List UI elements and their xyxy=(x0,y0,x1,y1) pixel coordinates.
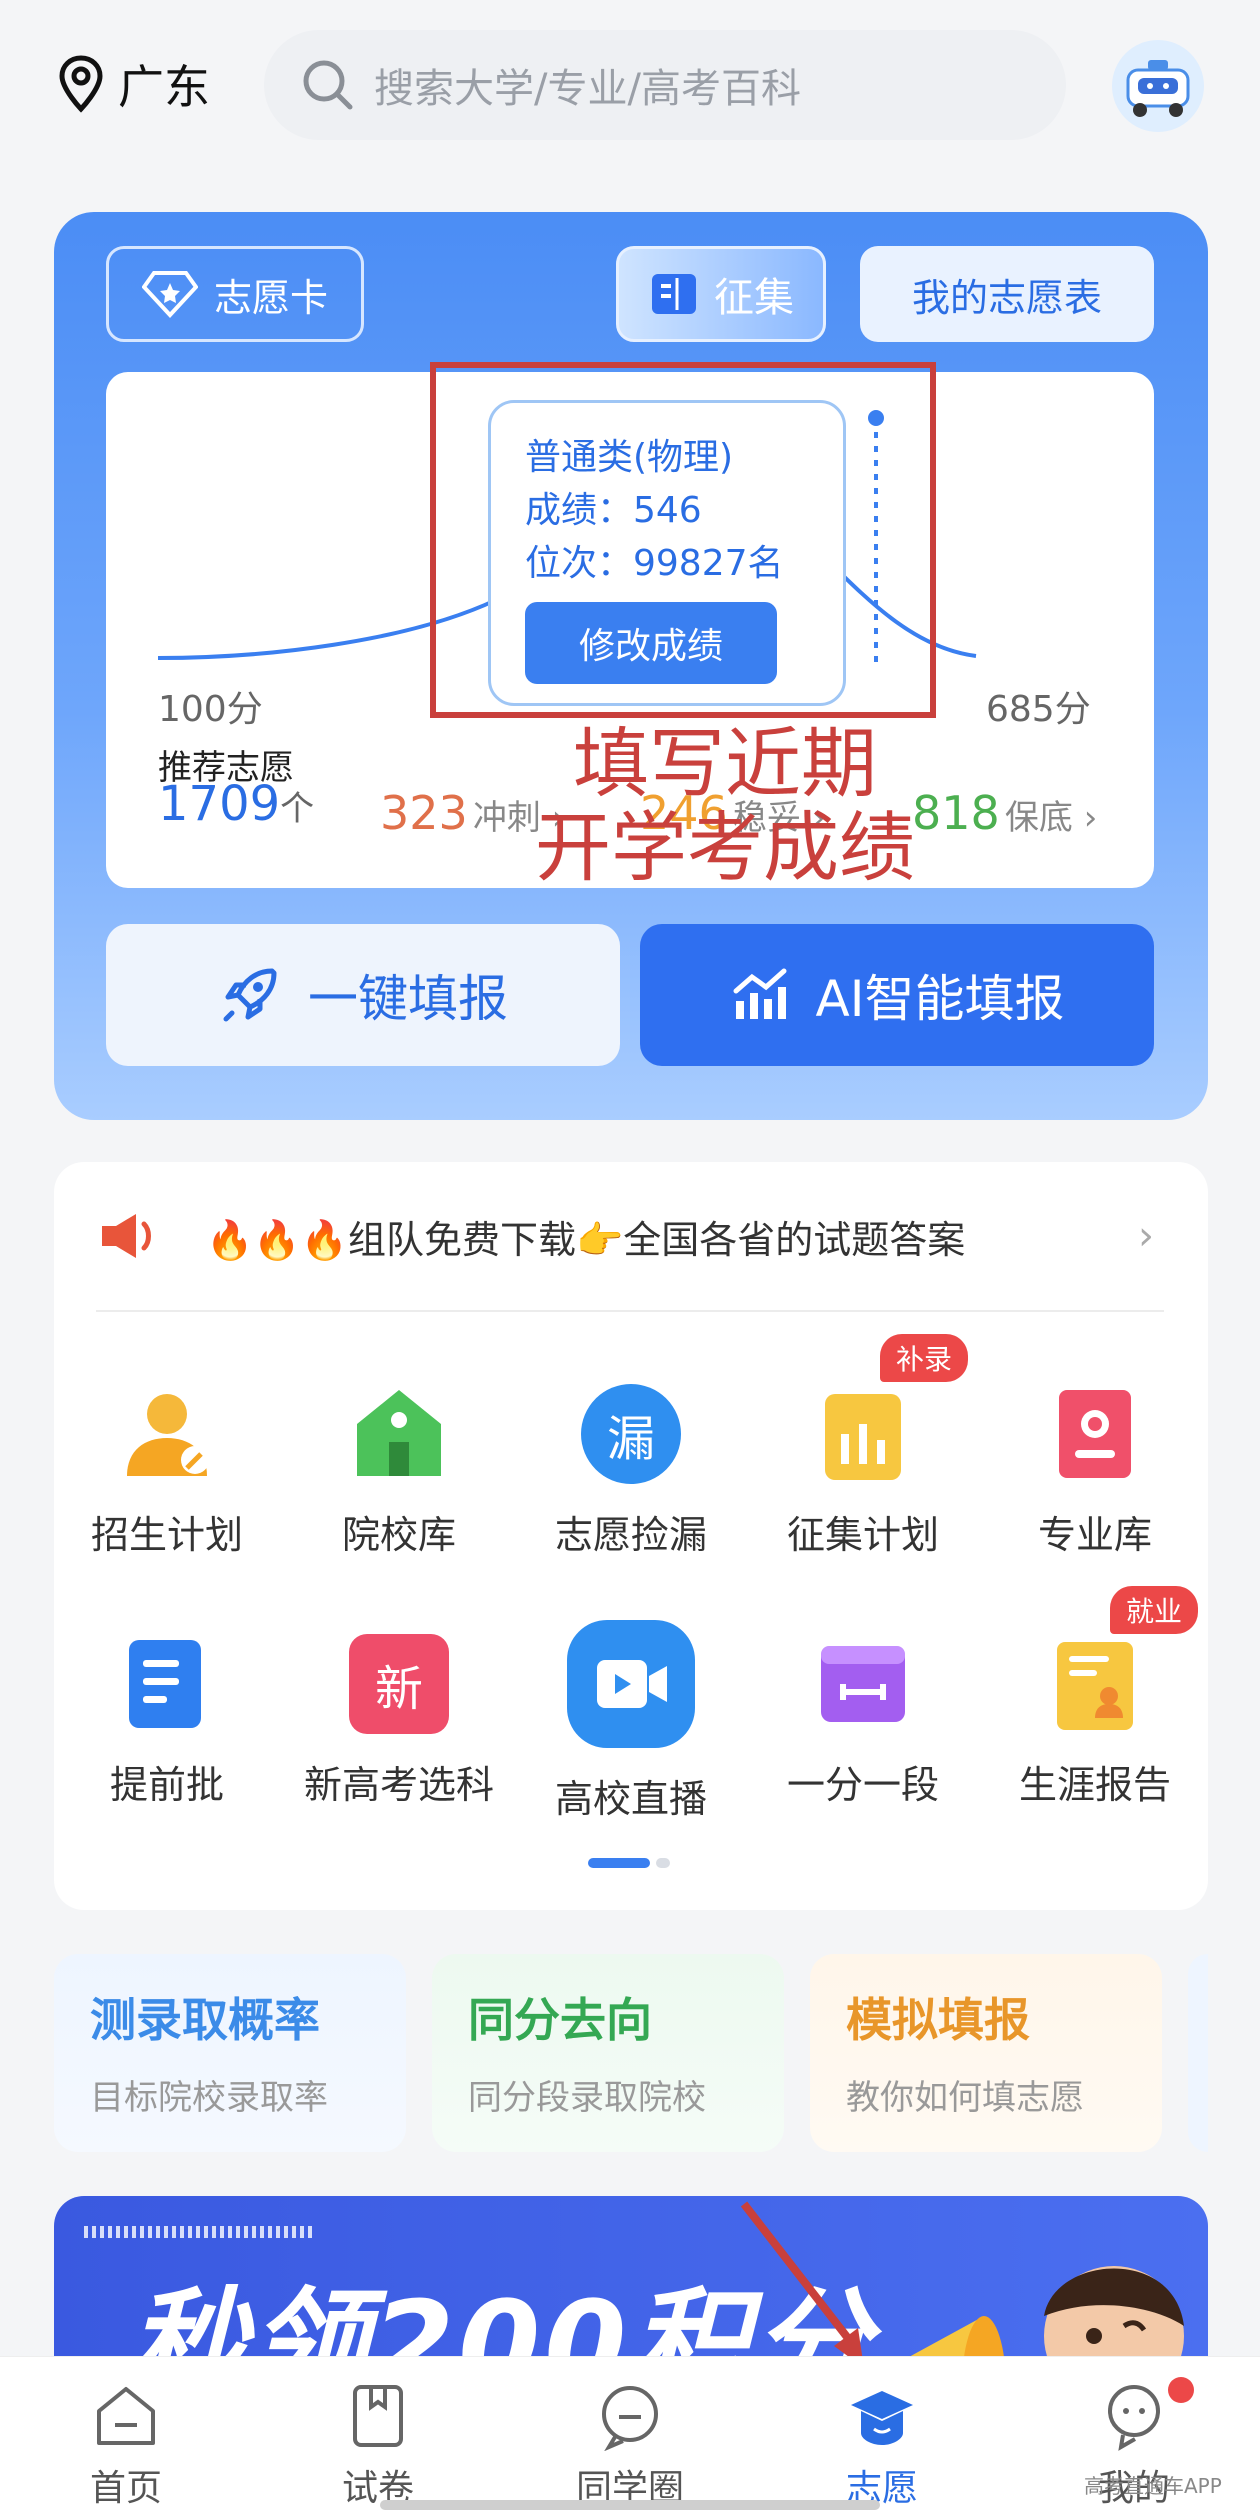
tab-volunteer[interactable]: 志愿 xyxy=(756,2357,1008,2520)
home-icon xyxy=(97,2387,155,2445)
grid-label: 招生计划 xyxy=(90,1513,243,1557)
recommend-unit: 个 xyxy=(280,789,315,829)
profile-icon xyxy=(1108,2385,1160,2451)
admission-plan-icon xyxy=(117,1384,217,1484)
axis-max-label: 685分 xyxy=(986,689,1091,730)
classmates-icon xyxy=(602,2386,658,2451)
volunteer-pickup-icon: 漏 xyxy=(581,1384,681,1484)
chevron-right-icon: › xyxy=(1072,798,1098,838)
volunteer-card-label: 志愿卡 xyxy=(213,275,328,320)
axis-min-label: 100分 xyxy=(158,689,263,730)
grid-item-college-live[interactable]: 高校直播 xyxy=(516,1620,746,1823)
annotation-arrow xyxy=(740,2201,864,2368)
one-click-fill-label: 一键填报 xyxy=(308,970,508,1028)
grid-item-subject-select[interactable]: 新 新高考选科 xyxy=(284,1634,514,1809)
grid-item-admission-plan[interactable]: 招生计划 xyxy=(52,1384,282,1559)
grid-label: 征集计划 xyxy=(786,1513,939,1557)
feature-admission-probability[interactable]: 测录取概率 目标院校录取率 xyxy=(54,1954,406,2152)
feature-same-score[interactable]: 同分去向 同分段录取院校 xyxy=(432,1954,784,2152)
speaker-icon xyxy=(102,1214,151,1258)
bar-chart-icon xyxy=(733,968,787,1019)
feature-subtitle: 教你如何填志愿 xyxy=(846,2078,1084,2118)
annotation-highlight-box xyxy=(430,362,936,718)
collect-plan-icon xyxy=(813,1384,913,1484)
recommend-count: 1709 xyxy=(158,776,281,832)
supplement-badge: 补录 xyxy=(880,1334,969,1382)
robot-car-icon xyxy=(1126,60,1190,117)
graduation-cap-icon xyxy=(851,2391,913,2445)
grid-label: 一分一段 xyxy=(786,1763,939,1807)
notification-dot xyxy=(1168,2377,1194,2403)
ai-fill-button[interactable]: AI智能填报 xyxy=(640,924,1154,1066)
grid-item-volunteer-pickup[interactable]: 漏 志愿捡漏 xyxy=(516,1384,746,1559)
grid-item-early-batch[interactable]: 提前批 xyxy=(52,1634,282,1809)
college-live-icon xyxy=(567,1620,695,1748)
location-selector[interactable]: 广东 xyxy=(58,48,210,120)
grid-item-collect-plan[interactable]: 征集计划 xyxy=(748,1384,978,1559)
grid-label: 高校直播 xyxy=(554,1777,707,1821)
my-volunteer-table-button[interactable]: 我的志愿表 xyxy=(860,246,1154,342)
grid-item-career-report[interactable]: 生涯报告 xyxy=(980,1634,1210,1809)
chevron-right-icon: › xyxy=(1138,1213,1154,1259)
avatar[interactable] xyxy=(1112,40,1204,132)
feature-title: 模拟填报 xyxy=(846,1993,1030,2047)
recommend-total[interactable]: 1709个 xyxy=(158,776,314,832)
subject-select-icon: 新 xyxy=(349,1634,449,1734)
grid-label: 提前批 xyxy=(109,1763,224,1807)
notice-text: 🔥🔥🔥组队免费下载👉全国各省的试题答案 xyxy=(206,1217,966,1262)
search-input[interactable]: 搜索大学/专业/高考百科 xyxy=(264,30,1066,140)
ai-fill-label: AI智能填报 xyxy=(815,970,1065,1028)
banner-stripes xyxy=(84,2226,314,2238)
watermark: 高考直通车APP xyxy=(1084,2474,1222,2498)
tab-classmates[interactable]: 同学圈 xyxy=(504,2357,756,2520)
school-library-icon xyxy=(349,1384,449,1484)
feature-title: 同分去向 xyxy=(468,1993,652,2047)
book-icon xyxy=(652,274,696,314)
location-pin-icon xyxy=(59,55,103,113)
rocket-icon xyxy=(223,968,277,1022)
notice-bar[interactable]: 🔥🔥🔥组队免费下载👉全国各省的试题答案 › xyxy=(98,1196,1168,1276)
divider xyxy=(96,1310,1164,1312)
bottom-tab-bar: 首页 试卷 同学圈 志愿 我的 xyxy=(0,2356,1260,2520)
tab-label: 首页 xyxy=(89,2468,162,2509)
major-library-icon xyxy=(1045,1384,1145,1484)
score-segment-icon xyxy=(813,1634,913,1734)
grid-item-major-library[interactable]: 专业库 xyxy=(980,1384,1210,1559)
search-placeholder: 搜索大学/专业/高考百科 xyxy=(374,66,801,112)
collect-label: 征集 xyxy=(714,275,794,321)
feature-title: 测录取概率 xyxy=(90,1993,320,2047)
grid-label: 专业库 xyxy=(1037,1513,1152,1557)
home-indicator xyxy=(380,2500,880,2510)
volunteer-card-button[interactable]: 志愿卡 xyxy=(106,246,364,342)
exam-paper-icon xyxy=(353,2385,403,2447)
early-batch-icon xyxy=(117,1634,217,1734)
diamond-star-icon xyxy=(141,271,198,318)
grid-label: 志愿捡漏 xyxy=(554,1513,707,1557)
safe-label: 保底 xyxy=(1004,798,1073,838)
location-label: 广东 xyxy=(118,60,210,114)
tab-home[interactable]: 首页 xyxy=(0,2357,252,2520)
collect-button[interactable]: 征集 xyxy=(616,246,826,342)
feature-subtitle: 目标院校录取率 xyxy=(90,2078,328,2118)
grid-label: 生涯报告 xyxy=(1018,1763,1171,1807)
grid-item-score-segment[interactable]: 一分一段 xyxy=(748,1634,978,1809)
grid-label: 新高考选科 xyxy=(303,1763,494,1807)
feature-mock-fill[interactable]: 模拟填报 教你如何填志愿 xyxy=(810,1954,1162,2152)
tab-exam-paper[interactable]: 试卷 xyxy=(252,2357,504,2520)
grid-item-school-library[interactable]: 院校库 xyxy=(284,1384,514,1559)
career-report-icon xyxy=(1045,1634,1145,1734)
annotation-text: 填写近期 开学考成绩 xyxy=(490,722,960,890)
annotation-line-2: 开学考成绩 xyxy=(535,803,915,892)
annotation-line-1: 填写近期 xyxy=(573,719,877,808)
feature-card-peek xyxy=(1188,1954,1208,2152)
rush-count: 323 xyxy=(380,786,468,840)
employment-badge: 就业 xyxy=(1110,1586,1199,1634)
grid-label: 院校库 xyxy=(341,1513,456,1557)
page-indicator xyxy=(588,1858,672,1868)
search-icon xyxy=(303,60,353,110)
feature-subtitle: 同分段录取院校 xyxy=(468,2078,706,2118)
one-click-fill-button[interactable]: 一键填报 xyxy=(106,924,620,1066)
